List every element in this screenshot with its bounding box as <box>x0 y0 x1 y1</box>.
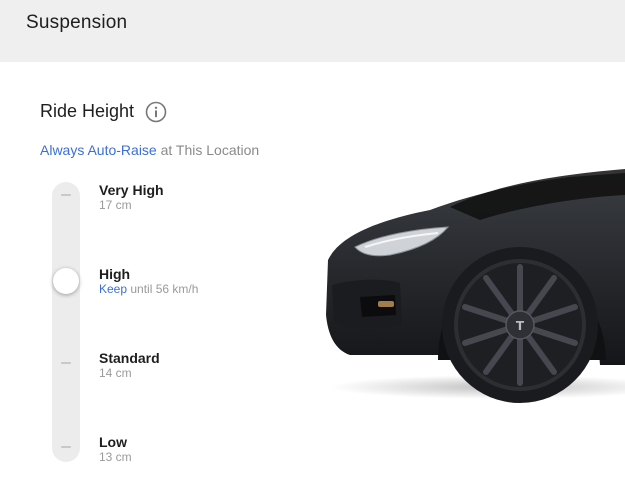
car-fog-light <box>378 301 394 307</box>
level-high[interactable]: High Keep until 56 km/h <box>99 266 198 297</box>
level-keep-info: Keep until 56 km/h <box>99 282 198 297</box>
car-illustration: T <box>326 169 625 403</box>
slider-tick-very-high <box>61 194 71 196</box>
level-label: Low <box>99 434 127 450</box>
ride-height-title: Ride Height <box>40 101 135 121</box>
info-icon[interactable] <box>145 101 167 123</box>
level-label: Very High <box>99 182 164 198</box>
level-very-high[interactable]: Very High 17 cm <box>99 182 164 213</box>
header-bar: Suspension <box>0 0 625 62</box>
slider-tick-low <box>61 446 71 448</box>
level-label: Standard <box>99 350 160 366</box>
level-height: 14 cm <box>99 366 132 380</box>
ride-height-slider-knob[interactable] <box>53 268 79 294</box>
keep-until-text: until 56 km/h <box>127 282 199 296</box>
ride-height-slider-track[interactable] <box>52 182 80 462</box>
level-height: 13 cm <box>99 450 132 464</box>
slider-tick-standard <box>61 362 71 364</box>
level-low[interactable]: Low 13 cm <box>99 434 132 465</box>
auto-raise-location-text: at This Location <box>156 142 260 158</box>
auto-raise-setting: Always Auto-Raise at This Location <box>40 142 259 158</box>
level-height: 17 cm <box>99 198 132 212</box>
svg-text:T: T <box>516 319 525 333</box>
level-standard[interactable]: Standard 14 cm <box>99 350 160 381</box>
always-auto-raise-link[interactable]: Always Auto-Raise <box>40 142 157 158</box>
keep-link[interactable]: Keep <box>99 282 127 296</box>
level-label: High <box>99 266 131 282</box>
page-title: Suspension <box>26 12 128 33</box>
